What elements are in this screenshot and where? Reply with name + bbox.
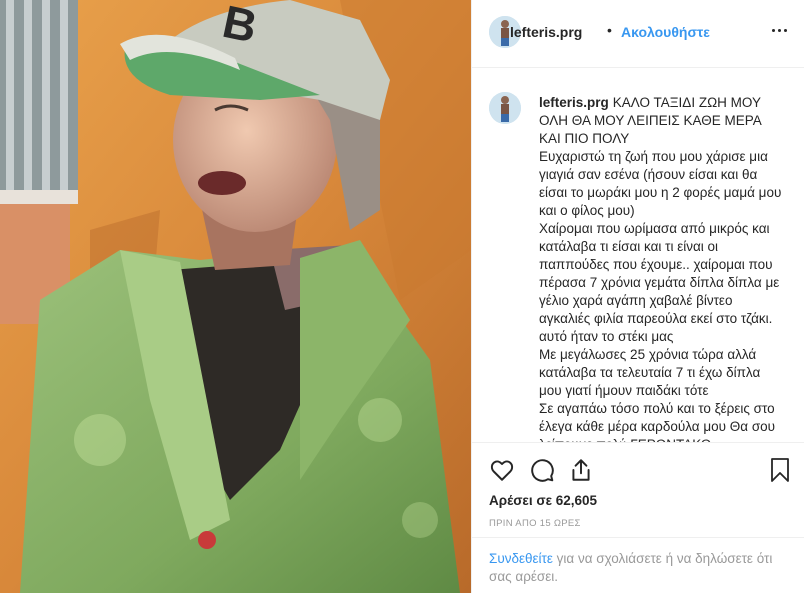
avatar-image (489, 92, 521, 124)
login-link[interactable]: Συνδεθείτε (489, 551, 553, 566)
caption-line: Χαίρομαι που ωρίμασα από μικρός και κατά… (539, 221, 780, 344)
post-actions: Αρέσει σε 62,605 ΠΡΙΝ ΑΠΟ 15 ΩΡΕΣ (472, 442, 804, 547)
add-comment-section: Συνδεθείτε για να σχολιάσετε ή να δηλώσε… (472, 537, 804, 593)
post-photo[interactable]: B (0, 0, 471, 593)
post-header: lefteris.prg • Ακολουθήστε (472, 0, 804, 68)
heart-icon[interactable] (489, 457, 515, 483)
separator-dot: • (607, 22, 612, 38)
caption-line: Με μεγάλωσες 25 χρόνια τώρα αλλά κατάλαβ… (539, 347, 761, 398)
caption-line: Σε αγαπάω τόσο πολύ και το ξέρεις στο έλ… (539, 401, 776, 442)
header-username[interactable]: lefteris.prg (510, 24, 582, 40)
follow-button[interactable]: Ακολουθήστε (621, 24, 710, 40)
post-timestamp[interactable]: ΠΡΙΝ ΑΠΟ 15 ΩΡΕΣ (489, 518, 581, 529)
share-icon[interactable] (568, 457, 594, 483)
caption: lefteris.prg ΚΑΛΟ ΤΑΞΙΔΙ ΖΩΗ ΜΟΥ ΟΛΗ ΘΑ Μ… (539, 94, 783, 442)
more-options-icon[interactable] (770, 20, 790, 40)
photo-illustration: B (0, 0, 471, 593)
login-prompt: Συνδεθείτε για να σχολιάσετε ή να δηλώσε… (489, 550, 779, 586)
likes-count[interactable]: Αρέσει σε 62,605 (489, 493, 597, 508)
caption-username[interactable]: lefteris.prg (539, 95, 609, 110)
post-side-panel: lefteris.prg • Ακολουθήστε lefteris.prg Κ… (471, 0, 804, 593)
comments-section[interactable]: lefteris.prg ΚΑΛΟ ΤΑΞΙΔΙ ΖΩΗ ΜΟΥ ΟΛΗ ΘΑ Μ… (472, 68, 804, 442)
caption-avatar[interactable] (489, 92, 521, 124)
caption-line: Ευχαριστώ τη ζωή που μου χάρισε μια γιαγ… (539, 149, 782, 218)
bookmark-icon[interactable] (768, 457, 792, 483)
comment-icon[interactable] (529, 457, 555, 483)
